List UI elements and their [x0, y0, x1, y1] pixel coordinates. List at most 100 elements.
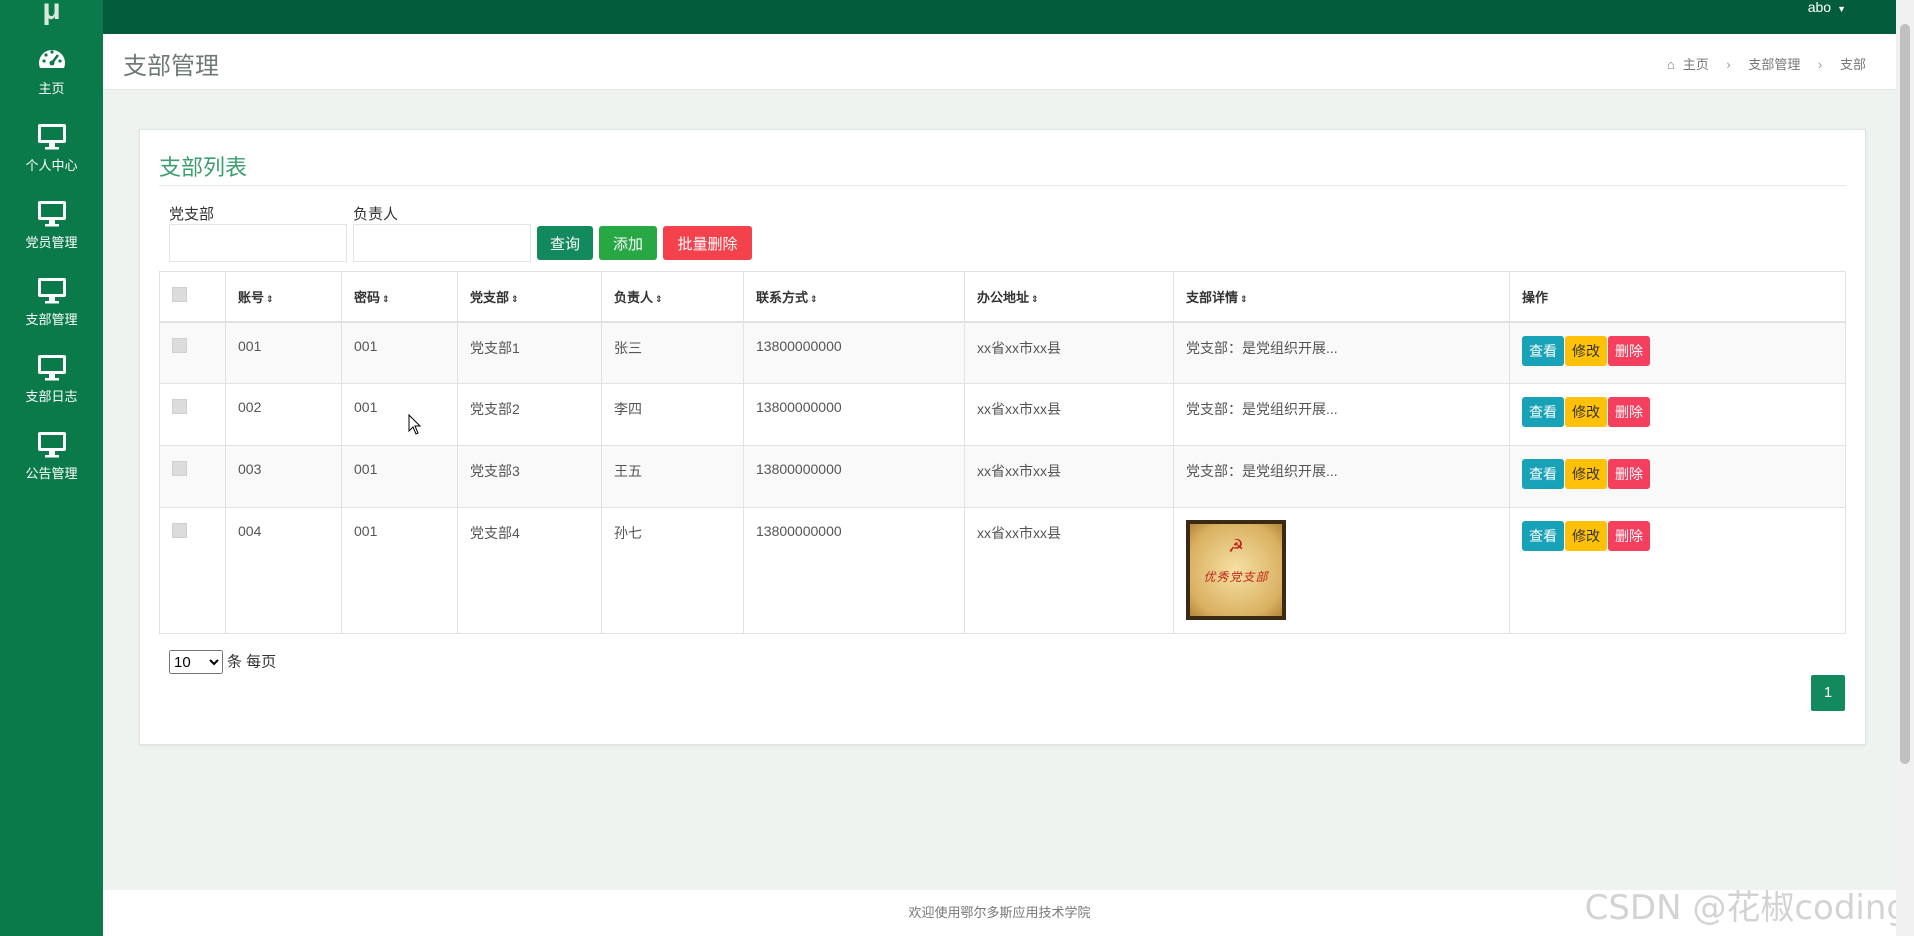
divider [159, 185, 1846, 186]
row-checkbox[interactable] [172, 399, 187, 414]
sort-icon: ⇕ [382, 293, 390, 304]
cell-actions: 查看 修改 删除 [1509, 445, 1846, 508]
user-menu[interactable]: abo ▼ [1808, 0, 1846, 16]
delete-button[interactable]: 删除 [1608, 521, 1650, 551]
cell-phone: 13800000000 [743, 445, 965, 508]
column-header[interactable]: 联系方式 ⇕ [743, 271, 965, 323]
page-button-current[interactable]: 1 [1811, 675, 1845, 711]
cell-actions: 查看 修改 删除 [1509, 507, 1846, 634]
branch-filter-input[interactable] [169, 224, 347, 262]
edit-button[interactable]: 修改 [1565, 335, 1607, 366]
view-button[interactable]: 查看 [1522, 335, 1564, 366]
caret-down-icon: ▼ [1837, 4, 1846, 14]
edit-button[interactable]: 修改 [1565, 459, 1607, 489]
cell-address: xx省xx市xx县 [964, 321, 1174, 384]
branch-table: 账号 ⇕ 密码 ⇕ 党支部 ⇕ 负责人 ⇕ 联系方式 ⇕ 办公地址 ⇕ 支部详情 ⇕ 操作 0… [159, 271, 1846, 634]
query-button[interactable]: 查询 [537, 226, 593, 260]
breadcrumb-separator: › [1818, 57, 1823, 72]
sort-icon: ⇕ [655, 293, 663, 304]
monitor-icon [37, 355, 66, 381]
delete-button[interactable]: 删除 [1608, 397, 1650, 427]
select-all-checkbox[interactable] [172, 287, 187, 303]
view-button[interactable]: 查看 [1522, 459, 1564, 489]
scrollbar-thumb[interactable] [1900, 24, 1910, 764]
monitor-icon [37, 432, 66, 458]
cell-address: xx省xx市xx县 [964, 445, 1174, 508]
cell-address: xx省xx市xx县 [964, 383, 1174, 446]
cell-actions: 查看 修改 删除 [1509, 321, 1846, 384]
delete-button[interactable]: 删除 [1608, 335, 1650, 366]
sidebar-item-branch-log[interactable]: 支部日志 [0, 342, 103, 419]
cell-account: 004 [225, 507, 342, 634]
branch-image[interactable]: ☭ 优秀党支部 [1186, 520, 1286, 620]
edit-button[interactable]: 修改 [1565, 397, 1607, 427]
column-header[interactable]: 党支部 ⇕ [457, 271, 602, 323]
cell-branch: 党支部4 [457, 507, 602, 634]
breadcrumb-current: 支部 [1839, 57, 1866, 72]
delete-button[interactable]: 删除 [1608, 459, 1650, 489]
cell-password: 001 [341, 321, 458, 384]
row-select-cell [159, 383, 226, 446]
sidebar-item-notices[interactable]: 公告管理 [0, 419, 103, 496]
column-header[interactable]: 支部详情 ⇕ [1173, 271, 1510, 323]
leader-filter-input[interactable] [353, 224, 531, 262]
cell-leader: 张三 [601, 321, 744, 384]
column-header[interactable]: 账号 ⇕ [225, 271, 342, 323]
column-header[interactable]: 负责人 ⇕ [601, 271, 744, 323]
row-checkbox[interactable] [172, 461, 187, 476]
home-icon: ⌂ [1666, 57, 1675, 72]
branch-filter-label: 党支部 [169, 206, 215, 223]
sort-icon: ⇕ [1240, 293, 1248, 304]
sidebar-item-label: 支部管理 [25, 312, 78, 327]
sidebar-item-label: 主页 [38, 81, 65, 96]
cell-phone: 13800000000 [743, 383, 965, 446]
user-name: abo [1807, 0, 1832, 15]
page-size-select[interactable]: 10 [169, 650, 223, 674]
bulk-delete-button[interactable]: 批量删除 [663, 226, 752, 260]
cell-branch: 党支部2 [457, 383, 602, 446]
edit-button[interactable]: 修改 [1565, 521, 1607, 551]
column-header[interactable]: 密码 ⇕ [341, 271, 458, 323]
cell-detail: ☭ 优秀党支部 [1173, 507, 1510, 634]
view-button[interactable]: 查看 [1522, 397, 1564, 427]
monitor-icon [37, 124, 66, 150]
sidebar-item-label: 公告管理 [25, 466, 78, 481]
add-button[interactable]: 添加 [599, 226, 657, 260]
sidebar-item-label: 党员管理 [25, 235, 78, 250]
row-select-cell [159, 507, 226, 634]
row-checkbox[interactable] [172, 523, 187, 538]
top-bar: μ abo ▼ [0, 0, 1896, 34]
sidebar-item-branches[interactable]: 支部管理 [0, 265, 103, 342]
cell-leader: 李四 [601, 383, 744, 446]
row-select-cell [159, 445, 226, 508]
cell-account: 001 [225, 321, 342, 384]
select-all-cell [159, 271, 226, 323]
view-button[interactable]: 查看 [1522, 521, 1564, 551]
cell-phone: 13800000000 [743, 321, 965, 384]
page-header: 支部管理 ⌂ 主页 › 支部管理 › 支部 [103, 34, 1896, 90]
column-header[interactable]: 办公地址 ⇕ [964, 271, 1174, 323]
cell-password: 001 [341, 383, 458, 446]
page-size-control: 10 条 每页 [169, 650, 276, 674]
cell-address: xx省xx市xx县 [964, 507, 1174, 634]
sidebar: 主页 个人中心 党员管理 支部管理 支部日志 公告管理 [0, 34, 103, 936]
vertical-scrollbar[interactable] [1896, 0, 1914, 936]
panel-title: 支部列表 [159, 155, 248, 180]
page-size-suffix: 条 每页 [227, 653, 277, 671]
cell-branch: 党支部3 [457, 445, 602, 508]
sort-icon: ⇕ [266, 293, 274, 304]
row-checkbox[interactable] [172, 337, 187, 353]
breadcrumb-branch-management[interactable]: 支部管理 [1748, 57, 1800, 72]
sidebar-item-members[interactable]: 党员管理 [0, 188, 103, 265]
breadcrumb-home[interactable]: 主页 [1683, 57, 1709, 72]
sidebar-item-label: 支部日志 [25, 389, 78, 404]
cell-detail: 党支部：是党组织开展... [1173, 383, 1510, 446]
sort-icon: ⇕ [810, 293, 818, 304]
sidebar-item-profile[interactable]: 个人中心 [0, 111, 103, 188]
sort-icon: ⇕ [1031, 293, 1039, 304]
sidebar-item-home[interactable]: 主页 [0, 34, 103, 111]
monitor-icon [37, 201, 66, 227]
sort-icon: ⇕ [511, 293, 519, 304]
table-row: 001 001 党支部1 张三 13800000000 xx省xx市xx县 党支… [159, 321, 1846, 384]
cell-branch: 党支部1 [457, 321, 602, 384]
